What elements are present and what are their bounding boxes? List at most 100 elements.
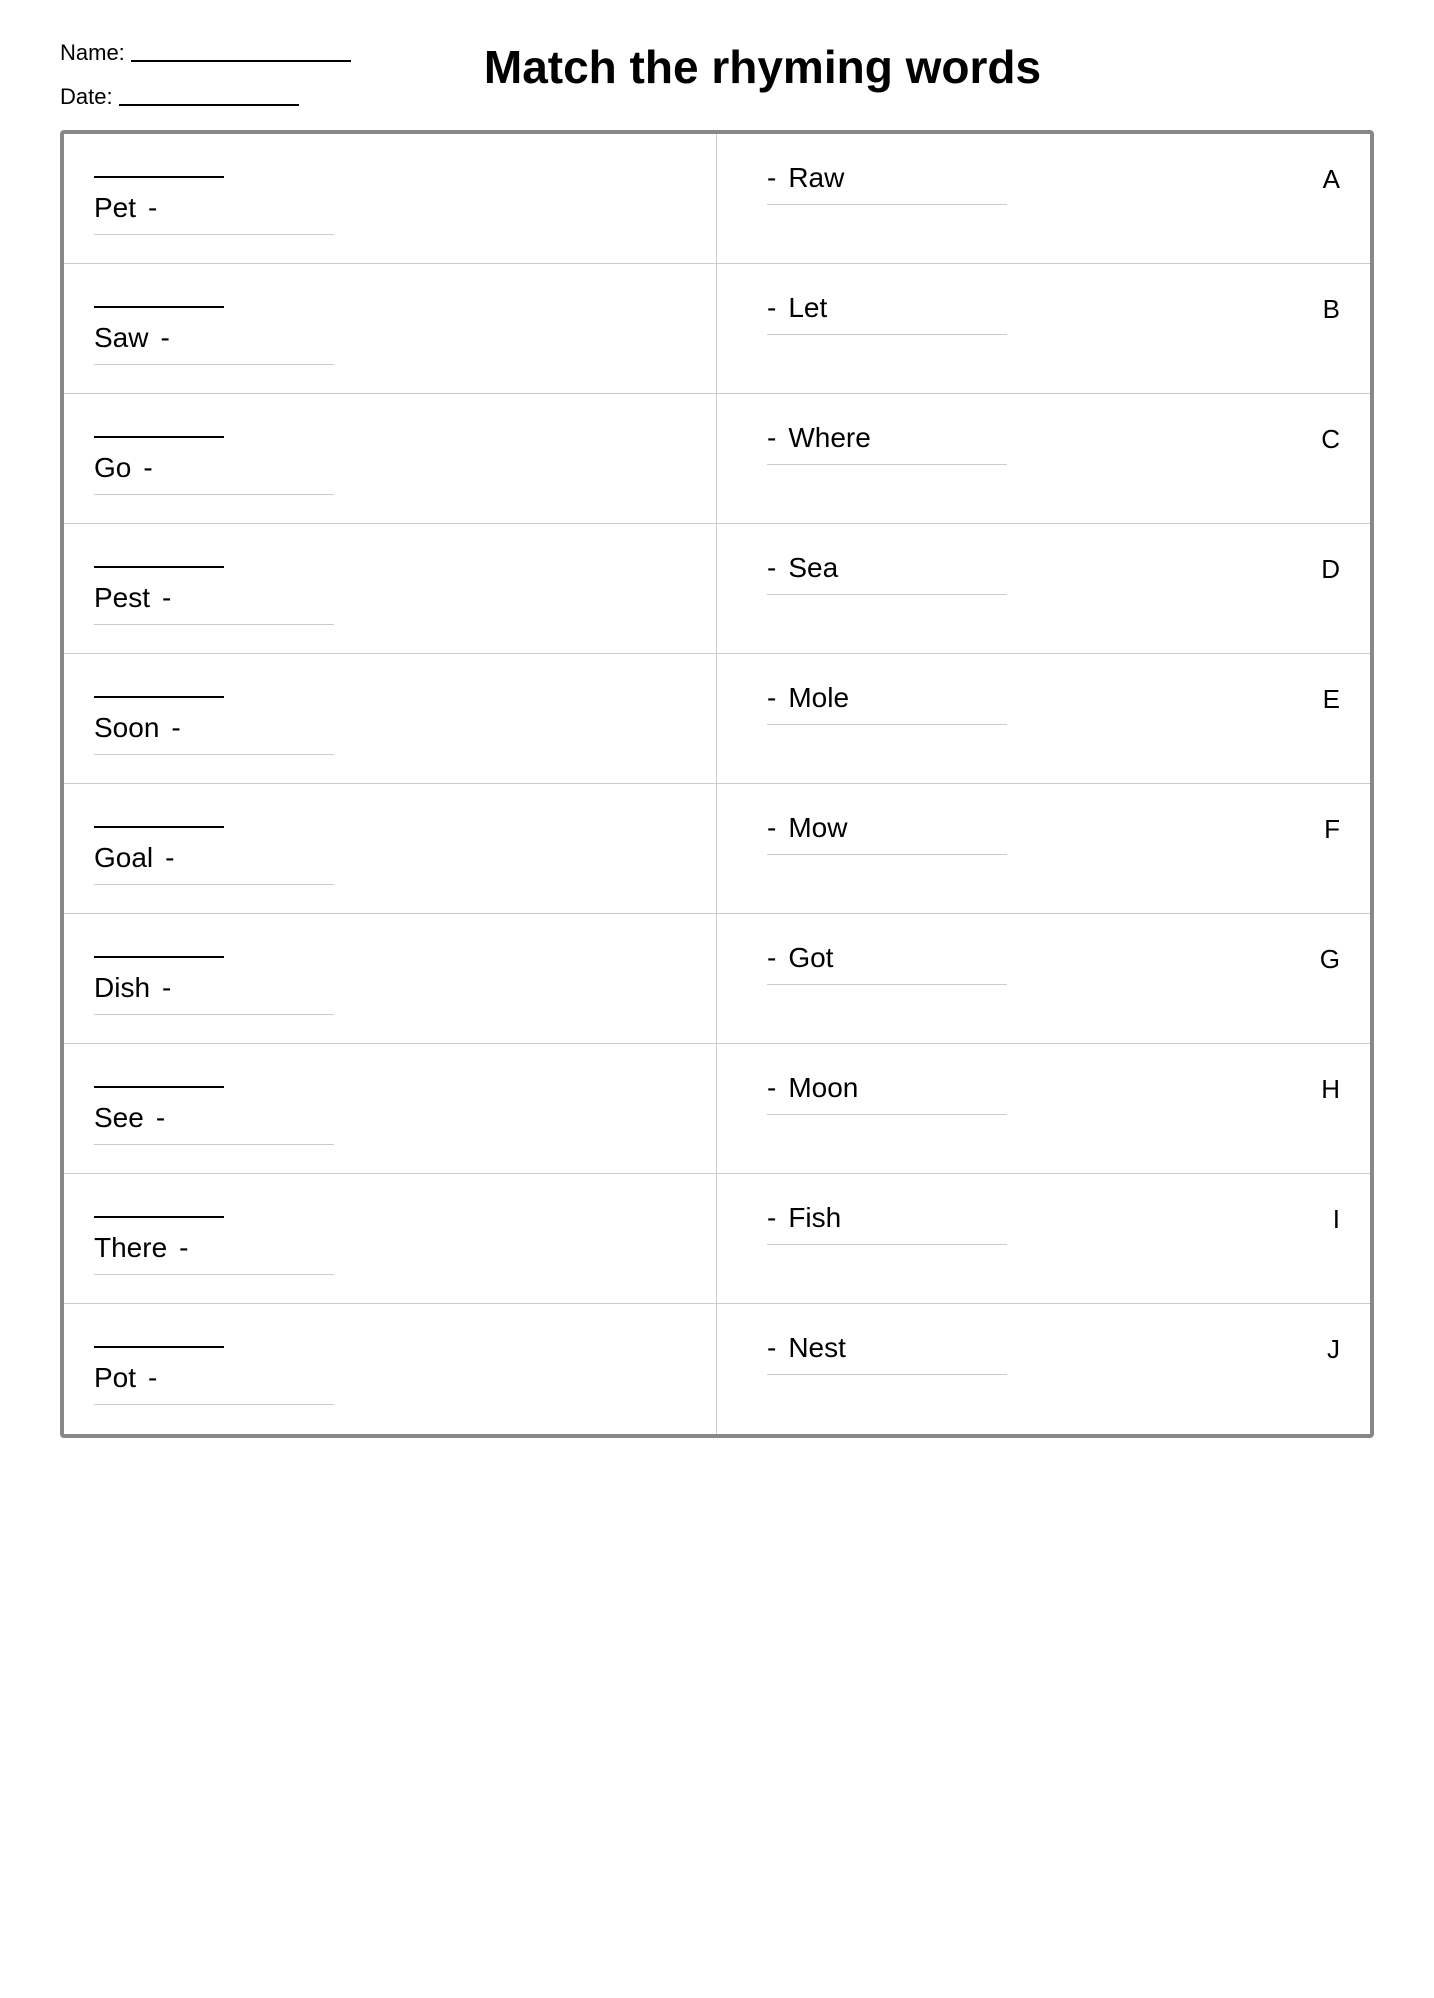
right-word-row: - Raw [767,154,1007,194]
right-half: - Mole E [717,654,1370,783]
left-word-row: Pot - [94,1354,676,1394]
answer-blank-left[interactable] [94,674,224,698]
answer-blank-left[interactable] [94,154,224,178]
left-half: Pot - [64,1304,717,1434]
left-word-text: Saw [94,322,148,354]
left-dash: - [179,1232,188,1264]
match-row: Go - - Where C [64,394,1370,524]
page-container: Name: Date: Match the rhyming words Pet … [60,40,1374,1438]
right-half: - Got G [717,914,1370,1043]
right-word-row: - Mow [767,804,1007,844]
right-half: - Fish I [717,1174,1370,1303]
answer-blank-left[interactable] [94,1324,224,1348]
left-dash: - [165,842,174,874]
left-half: Pest - [64,524,717,653]
answer-blank-left[interactable] [94,934,224,958]
right-word-row: - Mole [767,674,1007,714]
left-dash: - [148,1362,157,1394]
letter-label: F [1310,804,1350,845]
left-word-row: Go - [94,444,676,484]
right-content: - Raw [767,154,1007,205]
left-half: Go - [64,394,717,523]
letter-label: J [1310,1324,1350,1365]
right-word-row: - Where [767,414,1007,454]
right-content: - Fish [767,1194,1007,1245]
match-row: Pet - - Raw A [64,134,1370,264]
left-dash: - [171,712,180,744]
left-dash: - [160,322,169,354]
left-half: Saw - [64,264,717,393]
left-dash: - [143,452,152,484]
right-content: - Mow [767,804,1007,855]
left-word-row: See - [94,1094,676,1134]
match-row: Soon - - Mole E [64,654,1370,784]
outer-box: Pet - - Raw A Saw - [60,130,1374,1438]
right-word-text: Where [788,422,870,454]
letter-label: I [1310,1194,1350,1235]
left-half: Goal - [64,784,717,913]
right-dash: - [767,1072,776,1104]
left-dash: - [162,582,171,614]
match-row: Goal - - Mow F [64,784,1370,914]
right-word-row: - Nest [767,1324,1007,1364]
right-word-text: Mow [788,812,847,844]
right-word-row: - Moon [767,1064,1007,1104]
right-content: - Mole [767,674,1007,725]
left-half: Pet - [64,134,717,263]
left-word-text: Soon [94,712,159,744]
letter-label: C [1310,414,1350,455]
answer-blank-left[interactable] [94,1064,224,1088]
letter-label: E [1310,674,1350,715]
left-word-text: Go [94,452,131,484]
left-half: Dish - [64,914,717,1043]
right-word-text: Fish [788,1202,841,1234]
answer-blank-left[interactable] [94,544,224,568]
right-half: - Mow F [717,784,1370,913]
left-word-text: Pot [94,1362,136,1394]
right-half: - Raw A [717,134,1370,263]
letter-label: G [1310,934,1350,975]
right-content: - Got [767,934,1007,985]
right-dash: - [767,1202,776,1234]
date-field: Date: [60,84,351,110]
left-word-text: Goal [94,842,153,874]
answer-blank-left[interactable] [94,1194,224,1218]
left-word-row: Saw - [94,314,676,354]
left-dash: - [156,1102,165,1134]
right-half: - Moon H [717,1044,1370,1173]
right-content: - Let [767,284,1007,335]
letter-label: A [1310,154,1350,195]
right-dash: - [767,422,776,454]
answer-blank-left[interactable] [94,284,224,308]
right-word-row: - Sea [767,544,1007,584]
answer-blank-left[interactable] [94,804,224,828]
right-half: - Where C [717,394,1370,523]
page-title: Match the rhyming words [351,40,1174,94]
right-word-text: Sea [788,552,838,584]
left-half: See - [64,1044,717,1173]
answer-blank-left[interactable] [94,414,224,438]
header-section: Name: Date: Match the rhyming words [60,40,1374,110]
left-word-row: There - [94,1224,676,1264]
right-dash: - [767,292,776,324]
right-content: - Moon [767,1064,1007,1115]
right-dash: - [767,682,776,714]
right-word-text: Moon [788,1072,858,1104]
right-dash: - [767,1332,776,1364]
left-word-row: Pest - [94,574,676,614]
left-word-row: Pet - [94,184,676,224]
right-dash: - [767,552,776,584]
letter-label: D [1310,544,1350,585]
right-word-text: Nest [788,1332,846,1364]
match-row: There - - Fish I [64,1174,1370,1304]
right-word-text: Raw [788,162,844,194]
right-dash: - [767,812,776,844]
name-field: Name: [60,40,351,66]
right-dash: - [767,162,776,194]
left-word-row: Soon - [94,704,676,744]
match-row: Dish - - Got G [64,914,1370,1044]
left-word-text: Pet [94,192,136,224]
letter-label: B [1310,284,1350,325]
right-word-row: - Fish [767,1194,1007,1234]
right-word-row: - Got [767,934,1007,974]
